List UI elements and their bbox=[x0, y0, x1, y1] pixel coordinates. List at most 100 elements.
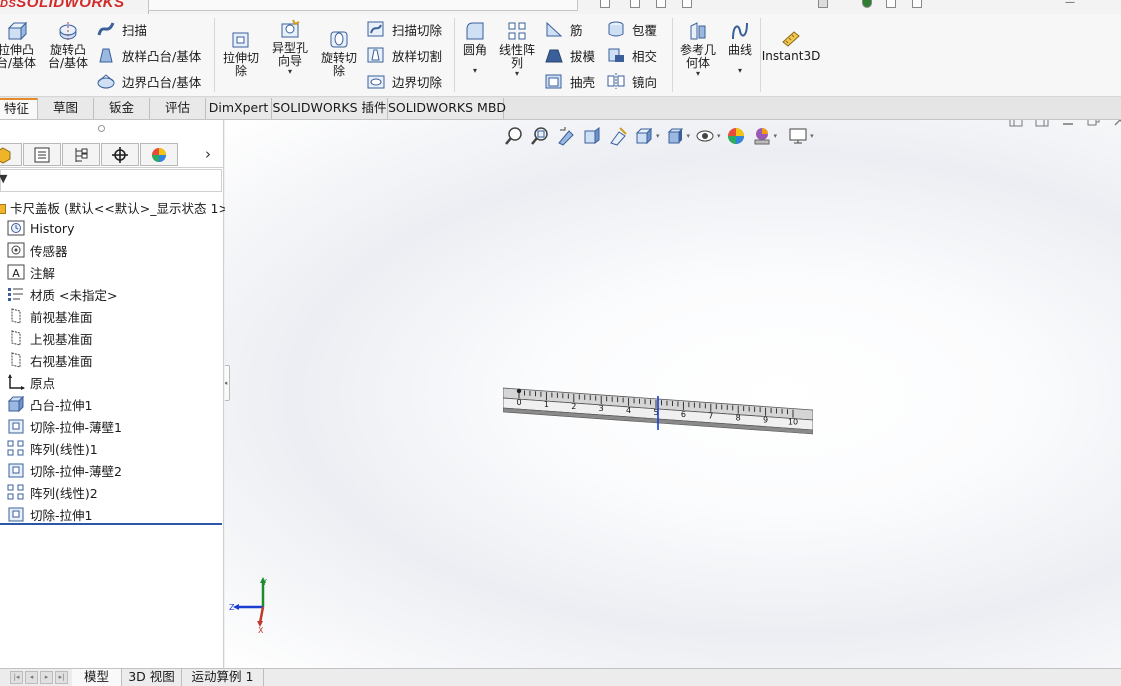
first-tab-button[interactable]: |◂ bbox=[10, 671, 23, 684]
dropdown-arrow-icon[interactable]: ▾ bbox=[473, 67, 477, 75]
curves-button[interactable]: 曲线 ▾ bbox=[722, 20, 758, 75]
extrude-cut-button[interactable]: 拉伸切 除 bbox=[218, 28, 264, 78]
tab-sketch[interactable]: 草图 bbox=[38, 98, 94, 119]
swept-cut-button[interactable]: 扫描切除 bbox=[366, 18, 442, 40]
dynamic-annotation-button[interactable] bbox=[607, 126, 629, 146]
minimize-button[interactable] bbox=[1055, 120, 1081, 130]
view-orientation-button[interactable] bbox=[633, 126, 655, 146]
tree-item-boss-extrude1[interactable]: 凸台-拉伸1 bbox=[6, 393, 92, 415]
tab-motion-study-1[interactable]: 运动算例 1 bbox=[182, 669, 264, 686]
zoom-to-area-button[interactable] bbox=[529, 126, 551, 146]
rollback-bar[interactable] bbox=[0, 523, 222, 525]
dimxpert-manager-tab[interactable] bbox=[101, 143, 139, 166]
close-button[interactable] bbox=[1107, 120, 1121, 130]
hide-show-items-button[interactable] bbox=[694, 126, 716, 146]
quick-access-icon[interactable] bbox=[886, 0, 896, 8]
property-manager-tab[interactable] bbox=[23, 143, 61, 166]
reference-geometry-button[interactable]: 参考几 何体 ▾ bbox=[676, 20, 720, 78]
dropdown-arrow-icon[interactable]: ▾ bbox=[717, 132, 721, 140]
section-view-button[interactable] bbox=[581, 126, 603, 146]
minimize-icon[interactable]: — bbox=[1065, 0, 1075, 8]
quick-access-icon[interactable] bbox=[600, 0, 610, 8]
dropdown-arrow-icon[interactable]: ▾ bbox=[687, 132, 691, 140]
tab-3d-views[interactable]: 3D 视图 bbox=[122, 669, 182, 686]
ruler-model[interactable]: 0 1 2 3 4 5 6 7 8 9 10 bbox=[502, 380, 814, 440]
instant3d-button[interactable]: Instant3D bbox=[762, 28, 820, 63]
quick-access-icon[interactable] bbox=[656, 0, 666, 8]
fillet-button[interactable]: 圆角 ▾ bbox=[458, 20, 492, 75]
feature-manager-tab[interactable] bbox=[0, 143, 22, 166]
tree-item-cut-extrude-thin2[interactable]: 切除-拉伸-薄壁2 bbox=[6, 459, 122, 481]
revolve-boss-button[interactable]: 旋转凸 台/基体 bbox=[44, 20, 92, 70]
prev-tab-button[interactable]: ◂ bbox=[25, 671, 38, 684]
revolve-cut-button[interactable]: 旋转切 除 bbox=[316, 28, 362, 78]
restore-button[interactable] bbox=[1081, 120, 1107, 130]
next-tab-button[interactable]: ▸ bbox=[40, 671, 53, 684]
tab-evaluate[interactable]: 评估 bbox=[150, 98, 206, 119]
chevron-right-icon[interactable]: › bbox=[205, 145, 211, 163]
shell-button[interactable]: 抽壳 bbox=[544, 70, 595, 92]
history-icon bbox=[6, 219, 25, 237]
previous-view-button[interactable] bbox=[555, 126, 577, 146]
rib-button[interactable]: 筋 bbox=[544, 18, 583, 40]
tile-right-button[interactable] bbox=[1029, 120, 1055, 130]
tree-item-history[interactable]: History bbox=[6, 217, 74, 239]
tab-model[interactable]: 模型 bbox=[72, 669, 122, 686]
extrude-boss-button[interactable]: 拉伸凸 台/基体 bbox=[0, 20, 38, 70]
dropdown-arrow-icon[interactable]: ▾ bbox=[738, 67, 742, 75]
panel-grip[interactable] bbox=[98, 125, 105, 132]
tree-item-front-plane[interactable]: 前视基准面 bbox=[6, 305, 93, 327]
tree-item-linear-pattern1[interactable]: 阵列(线性)1 bbox=[6, 437, 98, 459]
sweep-button[interactable]: 扫描 bbox=[96, 18, 147, 40]
tree-item-cut-extrude1[interactable]: 切除-拉伸1 bbox=[6, 503, 92, 525]
lofted-cut-button[interactable]: 放样切割 bbox=[366, 44, 442, 66]
zoom-to-fit-button[interactable] bbox=[503, 126, 525, 146]
tile-left-button[interactable] bbox=[1003, 120, 1029, 130]
boundary-cut-button[interactable]: 边界切除 bbox=[366, 70, 442, 92]
filter-input[interactable]: ▼ bbox=[0, 169, 222, 192]
apply-scene-button[interactable] bbox=[751, 126, 773, 146]
intersect-button[interactable]: 相交 bbox=[606, 44, 657, 66]
dropdown-arrow-icon[interactable]: ▾ bbox=[774, 132, 778, 140]
configuration-manager-tab[interactable] bbox=[62, 143, 100, 166]
dropdown-arrow-icon[interactable]: ▾ bbox=[288, 68, 292, 76]
wrap-button[interactable]: 包覆 bbox=[606, 18, 657, 40]
tree-root-part[interactable]: 卡尺盖板 (默认<<默认>_显示状态 1>) bbox=[0, 198, 234, 217]
dropdown-arrow-icon[interactable]: ▾ bbox=[696, 70, 700, 78]
quick-access-icon[interactable] bbox=[630, 0, 640, 8]
quick-access-icon[interactable] bbox=[912, 0, 922, 8]
dropdown-arrow-icon[interactable]: ▾ bbox=[656, 132, 660, 140]
hole-wizard-button[interactable]: 异型孔 向导 ▾ bbox=[266, 18, 314, 76]
tab-dimxpert[interactable]: DimXpert bbox=[206, 98, 272, 119]
rebuild-icon[interactable] bbox=[862, 0, 872, 8]
tab-solidworks-addins[interactable]: SOLIDWORKS 插件 bbox=[272, 98, 388, 119]
tree-item-top-plane[interactable]: 上视基准面 bbox=[6, 327, 93, 349]
tree-item-cut-extrude-thin1[interactable]: 切除-拉伸-薄壁1 bbox=[6, 415, 122, 437]
boundary-boss-button[interactable]: 边界凸台/基体 bbox=[96, 70, 201, 92]
tree-item-right-plane[interactable]: 右视基准面 bbox=[6, 349, 93, 371]
panel-expand-handle[interactable]: ◂ bbox=[225, 365, 230, 401]
dropdown-arrow-icon[interactable]: ▾ bbox=[515, 70, 519, 78]
tree-item-sensors[interactable]: 传感器 bbox=[6, 239, 68, 261]
display-manager-tab[interactable] bbox=[140, 143, 178, 166]
tab-features[interactable]: 特征 bbox=[0, 98, 38, 119]
display-style-button[interactable] bbox=[664, 126, 686, 146]
tab-solidworks-mbd[interactable]: SOLIDWORKS MBD bbox=[388, 98, 506, 119]
view-settings-button[interactable] bbox=[787, 126, 809, 146]
tree-item-linear-pattern2[interactable]: 阵列(线性)2 bbox=[6, 481, 98, 503]
last-tab-button[interactable]: ▸| bbox=[55, 671, 68, 684]
tree-item-annotations[interactable]: A 注解 bbox=[6, 261, 55, 283]
quick-access-icon[interactable] bbox=[818, 0, 828, 8]
top-menu-dropdown[interactable] bbox=[148, 0, 578, 11]
draft-button[interactable]: 拔模 bbox=[544, 44, 595, 66]
quick-access-icon[interactable] bbox=[682, 0, 692, 8]
edit-appearance-button[interactable] bbox=[725, 126, 747, 146]
mirror-button[interactable]: 镜向 bbox=[606, 70, 657, 92]
tab-sheet-metal[interactable]: 钣金 bbox=[94, 98, 150, 119]
tree-item-origin[interactable]: 原点 bbox=[6, 371, 55, 393]
linear-pattern-button[interactable]: 线性阵 列 ▾ bbox=[494, 20, 540, 78]
graphics-area[interactable]: ◂ ▾ ▾ ▾ ▾ ▾ 0 1 2 3 4 5 6 7 8 9 10 Y Z X bbox=[225, 120, 1121, 668]
tree-item-material[interactable]: 材质 <未指定> bbox=[6, 283, 117, 305]
loft-boss-button[interactable]: 放样凸台/基体 bbox=[96, 44, 201, 66]
dropdown-arrow-icon[interactable]: ▾ bbox=[810, 132, 814, 140]
